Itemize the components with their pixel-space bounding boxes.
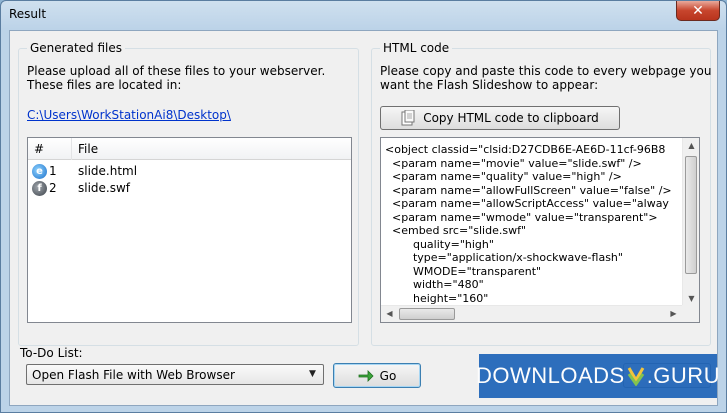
code-line: <param name="allowFullScreen" value="fal… bbox=[385, 183, 672, 197]
scroll-corner bbox=[682, 305, 699, 322]
go-arrow-icon bbox=[358, 369, 374, 383]
code-line: <param name="movie" value="slide.swf" /> bbox=[385, 156, 642, 170]
files-list[interactable]: # File e 1 slide.html f 2 slide.swf bbox=[27, 137, 352, 323]
html-code-group: HTML code Please copy and paste this cod… bbox=[371, 41, 712, 346]
output-folder-link[interactable]: C:\Users\WorkStationAi8\Desktop\ bbox=[27, 108, 231, 122]
row-number: 1 bbox=[49, 164, 57, 178]
html-code-textarea[interactable]: <object classid="clsid:D27CDB6E-AE6D-11c… bbox=[380, 137, 700, 323]
row-file-name: slide.html bbox=[78, 164, 138, 178]
close-button[interactable]: ✕ bbox=[676, 1, 720, 21]
watermark-text-left: DOWNLOADS bbox=[475, 363, 625, 388]
download-logo-icon bbox=[627, 366, 645, 387]
list-item[interactable]: e 1 slide.html bbox=[28, 163, 351, 180]
list-item[interactable]: f 2 slide.swf bbox=[28, 180, 351, 197]
files-list-header: # File bbox=[28, 138, 351, 160]
upload-instruction-line1: Please upload all of these files to your… bbox=[27, 64, 326, 78]
generated-files-group: Generated files Please upload all of the… bbox=[18, 41, 359, 346]
paste-instruction-line1: Please copy and paste this code to every… bbox=[380, 64, 712, 78]
code-line: <object classid="clsid:D27CDB6E-AE6D-11c… bbox=[385, 143, 666, 156]
downloads-guru-watermark: DOWNLOADS .GURU bbox=[475, 354, 721, 398]
copy-html-button-label: Copy HTML code to clipboard bbox=[423, 111, 599, 125]
clipboard-icon bbox=[401, 109, 415, 126]
scroll-down-icon[interactable]: ▼ bbox=[683, 294, 699, 303]
result-window: Result ✕ Generated files Please upload a… bbox=[0, 0, 727, 413]
code-line: quality="high" bbox=[385, 237, 494, 251]
code-line: <param name="allowScriptAccess" value="a… bbox=[385, 197, 669, 210]
row-file-name: slide.swf bbox=[78, 181, 131, 195]
window-title: Result bbox=[9, 7, 47, 21]
copy-html-button[interactable]: Copy HTML code to clipboard bbox=[380, 106, 620, 130]
generated-files-group-label: Generated files bbox=[27, 41, 126, 55]
row-number: 2 bbox=[49, 181, 57, 195]
column-number[interactable]: # bbox=[28, 138, 72, 160]
column-file[interactable]: File bbox=[72, 138, 352, 160]
code-line: WMODE="transparent" bbox=[385, 264, 542, 278]
vertical-scrollbar[interactable]: ▲ ▼ bbox=[682, 138, 699, 305]
close-icon: ✕ bbox=[692, 2, 704, 19]
code-line: <param name="wmode" value="transparent"> bbox=[385, 210, 658, 224]
scroll-left-icon[interactable]: ◀ bbox=[381, 309, 398, 318]
code-line: height="160" bbox=[385, 291, 489, 305]
todo-label: To-Do List: bbox=[20, 346, 83, 360]
go-button-label: Go bbox=[379, 368, 397, 383]
paste-instruction-line2: want the Flash Slideshow to appear: bbox=[380, 78, 599, 92]
title-bar[interactable]: Result ✕ bbox=[1, 1, 726, 29]
horizontal-scroll-thumb[interactable] bbox=[399, 308, 455, 320]
code-line: width="480" bbox=[385, 278, 484, 291]
html-code-group-label: HTML code bbox=[380, 41, 453, 55]
dialog-client-area: Generated files Please upload all of the… bbox=[9, 30, 718, 406]
todo-selected-option: Open Flash File with Web Browser bbox=[32, 368, 235, 382]
todo-select[interactable]: Open Flash File with Web Browser ▼ bbox=[26, 364, 324, 385]
chevron-down-icon: ▼ bbox=[309, 369, 316, 379]
watermark-text-right: .GURU bbox=[646, 363, 721, 388]
go-button[interactable]: Go bbox=[333, 363, 421, 388]
ie-icon: e bbox=[32, 164, 47, 179]
horizontal-scrollbar[interactable]: ◀ ▶ bbox=[381, 305, 682, 322]
scroll-up-icon[interactable]: ▲ bbox=[683, 141, 699, 150]
upload-instruction-line2: These files are located in: bbox=[27, 78, 182, 92]
code-line: <param name="quality" value="high" /> bbox=[385, 170, 622, 183]
vertical-scroll-thumb[interactable] bbox=[685, 156, 697, 274]
code-line: <embed src="slide.swf" bbox=[385, 224, 527, 237]
code-line: type="application/x-shockwave-flash" bbox=[385, 251, 623, 264]
scroll-right-icon[interactable]: ▶ bbox=[665, 309, 682, 318]
flash-icon: f bbox=[32, 181, 47, 196]
